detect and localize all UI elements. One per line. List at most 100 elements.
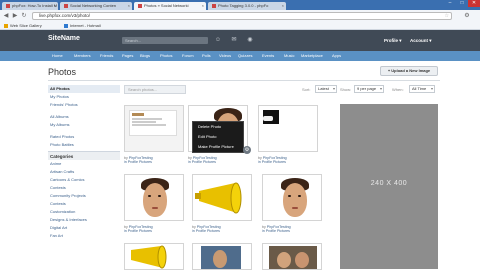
browser-tab[interactable]: phpFox: How-To Install M ×: [2, 2, 58, 10]
close-tab-icon[interactable]: ×: [282, 2, 284, 10]
close-tab-icon[interactable]: ×: [128, 2, 130, 10]
sidebar-item-my-photos[interactable]: My Photos: [48, 93, 120, 101]
minimize-button[interactable]: –: [444, 0, 456, 7]
wrench-icon[interactable]: ⚙: [462, 12, 472, 20]
category-item[interactable]: Community Projects: [48, 192, 120, 200]
category-item[interactable]: Fan Art: [48, 232, 120, 240]
per-page-select[interactable]: 9 per page ▾: [354, 85, 384, 93]
photo-thumbnail[interactable]: [124, 105, 184, 152]
photo-thumbnail[interactable]: [192, 174, 252, 221]
photo-owner-link[interactable]: PhpFoxTesting: [129, 156, 153, 160]
nav-blogs[interactable]: Blogs: [140, 53, 150, 59]
delete-photo-option[interactable]: Delete Photo: [193, 122, 243, 132]
sidebar-item-all-photos[interactable]: All Photos: [48, 85, 120, 93]
photo-skin: [143, 183, 167, 217]
mail-icon[interactable]: ✉: [230, 37, 238, 44]
notifications-icon[interactable]: ◉: [246, 37, 254, 44]
nav-videos[interactable]: Videos: [219, 53, 231, 59]
category-item[interactable]: Cartoons & Comics: [48, 176, 120, 184]
nav-quizzes[interactable]: Quizzes: [238, 53, 252, 59]
photo-album-link[interactable]: in Profile Pictures: [124, 160, 153, 164]
account-menu[interactable]: Account ▾: [410, 38, 432, 44]
photo-thumbnail[interactable]: [262, 243, 322, 270]
sidebar-item-friends-photos[interactable]: Friends' Photos: [48, 101, 120, 109]
photo-owner-link[interactable]: PhpFoxTesting: [197, 225, 221, 229]
photo-album-link[interactable]: in Profile Pictures: [124, 229, 153, 233]
profile-photo-face: [139, 178, 171, 220]
star-icon[interactable]: ☆: [445, 13, 449, 19]
ad-placeholder[interactable]: 240 X 400: [340, 104, 438, 269]
sidebar-item-all-albums[interactable]: All Albums: [48, 113, 120, 121]
browser-tab[interactable]: Photo Tagging 3.0.0 - phpFo ×: [208, 2, 286, 10]
category-item[interactable]: Contests: [48, 200, 120, 208]
photo-album-link[interactable]: in Profile Pictures: [188, 160, 217, 164]
site-search-input[interactable]: Search...: [122, 37, 208, 44]
photo-owner-link[interactable]: PhpFoxTesting: [267, 225, 291, 229]
nav-apps[interactable]: Apps: [332, 53, 341, 59]
maximize-button[interactable]: □: [456, 0, 468, 7]
photo-thumbnail[interactable]: [124, 174, 184, 221]
friends-icon[interactable]: ☺: [214, 37, 222, 44]
bookmark-web-slice-gallery[interactable]: Web Slice Gallery: [4, 23, 42, 29]
close-tab-icon[interactable]: ×: [202, 2, 204, 10]
close-tab-icon[interactable]: ×: [54, 2, 56, 10]
profile-menu[interactable]: Profile ▾: [384, 38, 402, 44]
forward-icon[interactable]: ▶: [11, 12, 19, 20]
category-item[interactable]: Digital Art: [48, 224, 120, 232]
nav-home[interactable]: Home: [52, 53, 63, 59]
photo-context-menu: Delete Photo Edit Photo Make Profile Pic…: [192, 121, 244, 153]
edit-photo-option[interactable]: Edit Photo: [193, 132, 243, 142]
photo-album-link[interactable]: in Profile Pictures: [192, 229, 221, 233]
nav-music[interactable]: Music: [284, 53, 294, 59]
browser-tab[interactable]: Social Networking Conten ×: [60, 2, 132, 10]
nav-members[interactable]: Members: [74, 53, 91, 59]
bookmark-label: Web Slice Gallery: [10, 23, 42, 28]
site-logo[interactable]: SiteName: [48, 35, 80, 42]
photo-owner-link[interactable]: PhpFoxTesting: [263, 156, 287, 160]
upload-new-image-button[interactable]: + Upload a New Image: [380, 66, 438, 76]
photo-by: by: [262, 225, 266, 229]
nav-marketplace[interactable]: Marketplace: [301, 53, 323, 59]
nav-forum[interactable]: Forum: [182, 53, 194, 59]
address-bar-row: ◀ ▶ ↻ live.phpfox.com/v3/photo/ ☆ ⚙: [0, 10, 480, 22]
image-detail: [132, 121, 156, 123]
nav-events[interactable]: Events: [262, 53, 274, 59]
photo-owner-link[interactable]: PhpFoxTesting: [129, 225, 153, 229]
photo-album-link[interactable]: in Profile Pictures: [258, 160, 287, 164]
make-profile-picture-option[interactable]: Make Profile Picture: [193, 142, 243, 152]
nav-photos[interactable]: Photos: [160, 53, 172, 59]
close-window-button[interactable]: ✕: [468, 0, 480, 7]
photo-search-input[interactable]: Search photos...: [124, 85, 186, 94]
bookmark-hotmail[interactable]: Internet - Hotmail: [64, 23, 101, 29]
photo-by: by: [124, 225, 128, 229]
reload-icon[interactable]: ↻: [20, 12, 28, 20]
browser-tab-active[interactable]: Photos » Social Networki ×: [134, 2, 206, 10]
sort-label: Sort:: [302, 87, 311, 92]
sort-select[interactable]: Latest ▾: [315, 85, 337, 93]
gear-icon[interactable]: ⚙: [243, 146, 251, 154]
favicon-icon: [138, 3, 142, 8]
favicon-icon: [64, 3, 68, 8]
sidebar-item-rated-photos[interactable]: Rated Photos: [48, 133, 120, 141]
nav-polls[interactable]: Polls: [202, 53, 211, 59]
sidebar-item-my-albums[interactable]: My Albums: [48, 121, 120, 129]
back-icon[interactable]: ◀: [2, 12, 10, 20]
photo-owner-link[interactable]: PhpFoxTesting: [193, 156, 217, 160]
nav-friends[interactable]: Friends: [100, 53, 113, 59]
category-item[interactable]: Artisan Crafts: [48, 168, 120, 176]
photo-thumbnail[interactable]: [258, 105, 318, 152]
when-select[interactable]: All Time ▾: [409, 85, 435, 93]
photo-eye: [288, 195, 291, 197]
photo-thumbnail[interactable]: [124, 243, 184, 270]
photo-thumbnail[interactable]: [262, 174, 322, 221]
photo-album-link[interactable]: in Profile Pictures: [262, 229, 291, 233]
nav-pages[interactable]: Pages: [122, 53, 133, 59]
url-input[interactable]: live.phpfox.com/v3/photo/ ☆: [32, 12, 452, 20]
category-item[interactable]: Contests: [48, 184, 120, 192]
category-item[interactable]: Customization: [48, 208, 120, 216]
category-item[interactable]: Anime: [48, 160, 120, 168]
sidebar-item-photo-battles[interactable]: Photo Battles: [48, 141, 120, 149]
photo-thumbnail[interactable]: [192, 243, 252, 270]
per-page-value: 9 per page: [357, 86, 377, 91]
category-item[interactable]: Designs & Interfaces: [48, 216, 120, 224]
